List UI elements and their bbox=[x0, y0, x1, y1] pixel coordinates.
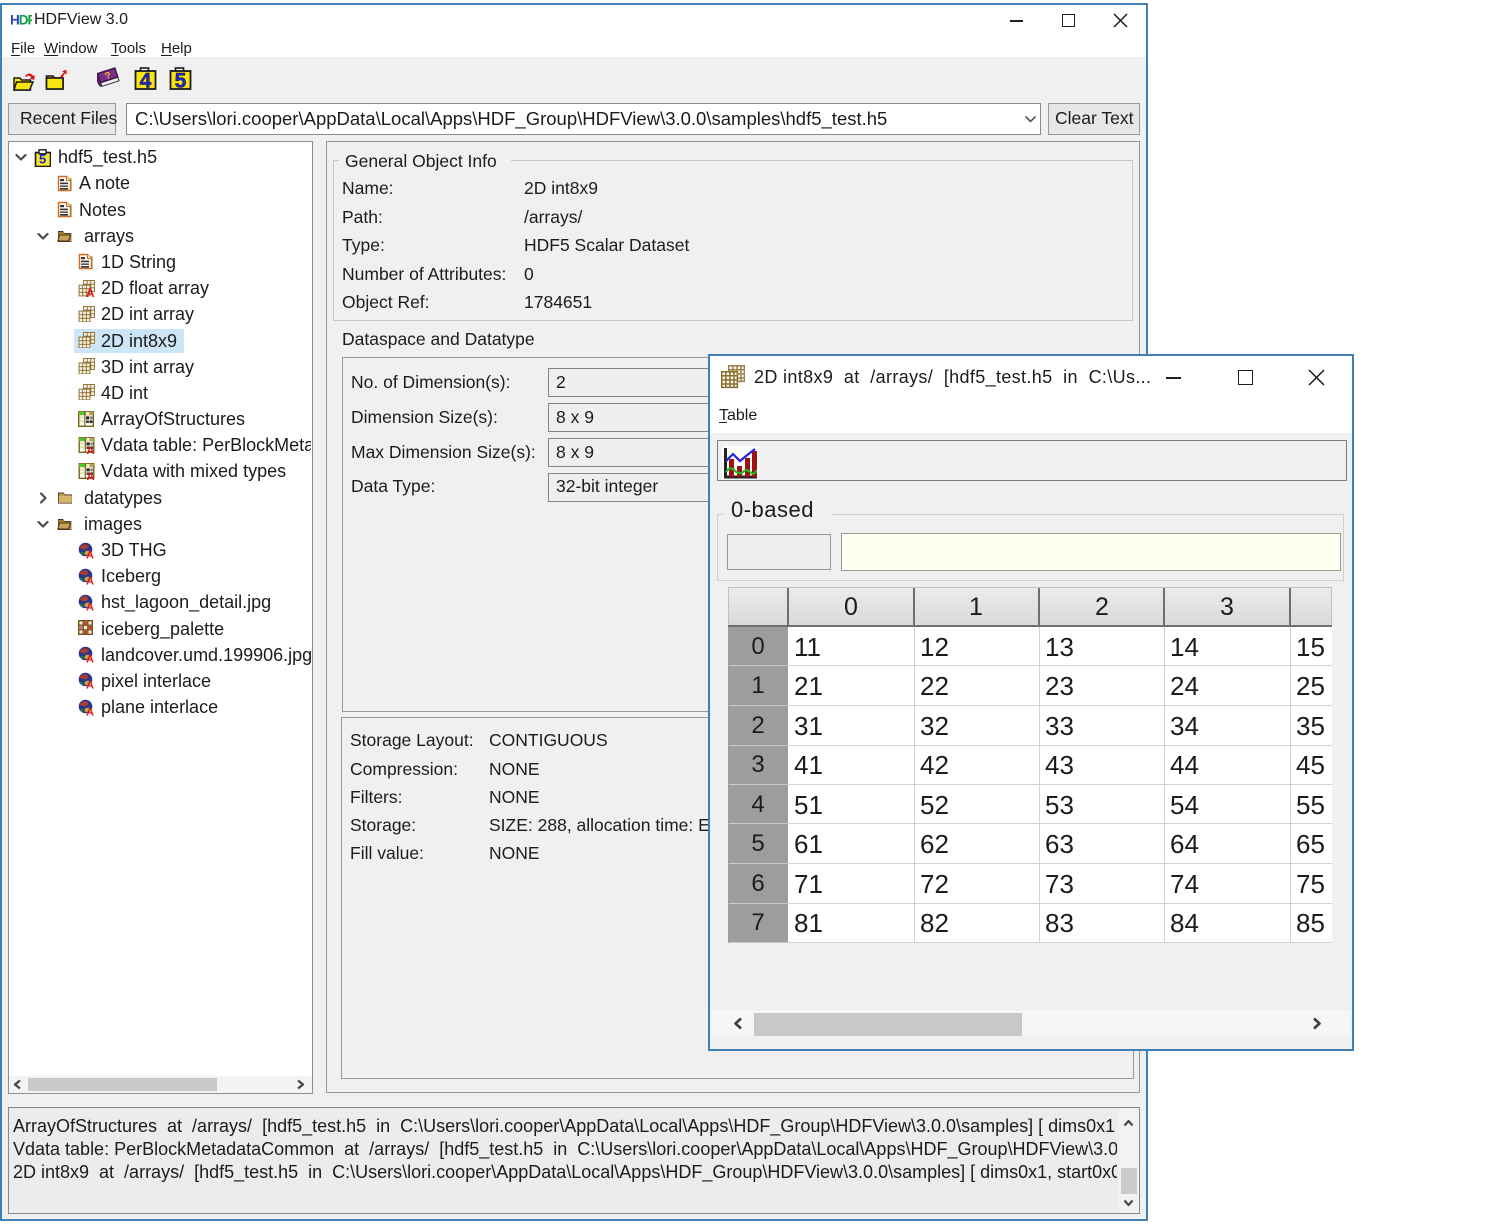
svg-text:A: A bbox=[86, 602, 94, 612]
svg-text:A: A bbox=[86, 286, 95, 297]
svg-text:HDF: HDF bbox=[11, 13, 32, 27]
svg-text:5: 5 bbox=[175, 70, 187, 92]
svg-text:A: A bbox=[87, 445, 95, 454]
svg-text:A: A bbox=[86, 576, 94, 586]
svg-text:A: A bbox=[86, 680, 94, 690]
svg-text:4: 4 bbox=[140, 70, 152, 92]
svg-text:5: 5 bbox=[39, 152, 46, 167]
svg-text:A: A bbox=[86, 707, 94, 717]
svg-text:A: A bbox=[87, 471, 95, 480]
svg-text:A: A bbox=[86, 654, 94, 664]
svg-text:A: A bbox=[86, 550, 94, 560]
